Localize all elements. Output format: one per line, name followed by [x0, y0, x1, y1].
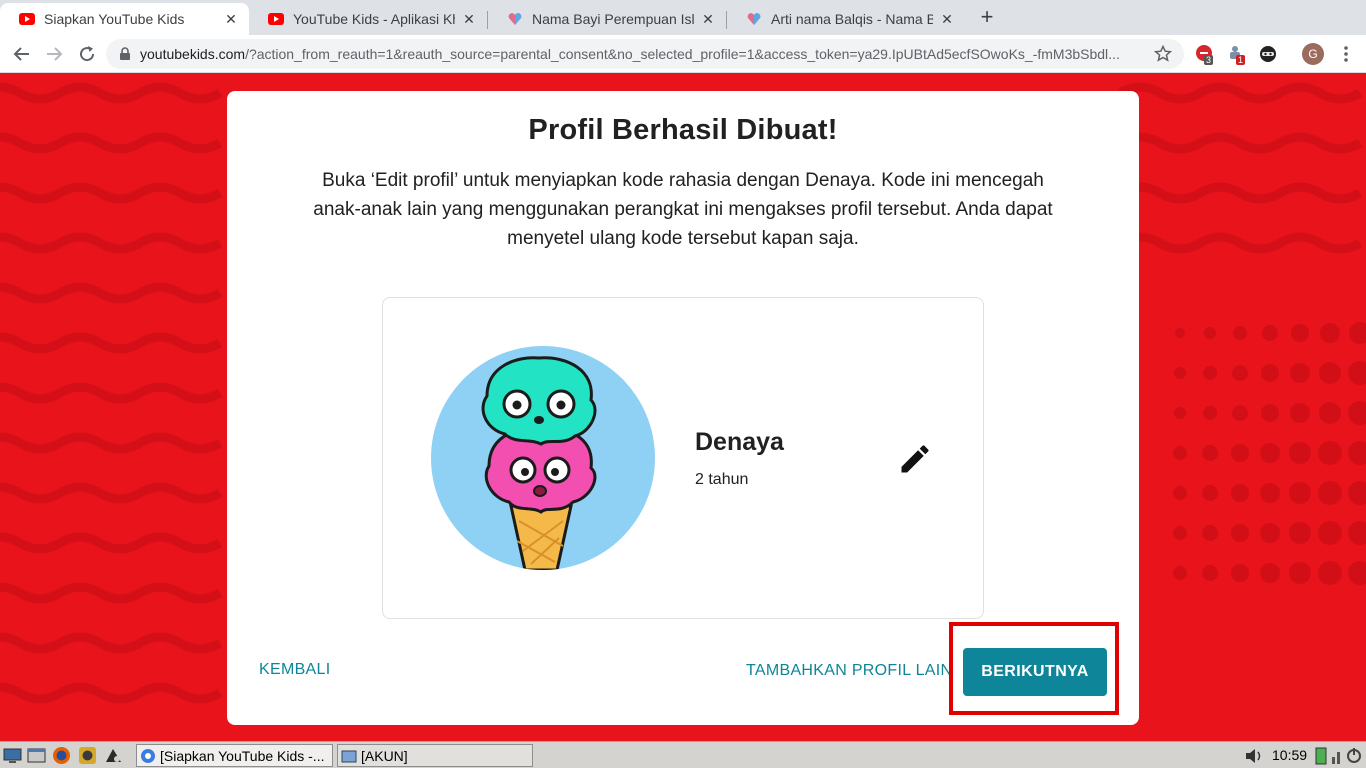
page-viewport: Profil Berhasil Dibuat! Buka ‘Edit profi… — [0, 73, 1366, 741]
taskbar-task-akun[interactable]: [AKUN] — [337, 744, 533, 767]
taskbar-task-label: [Siapkan YouTube Kids -... — [160, 747, 325, 764]
new-tab-button[interactable]: + — [976, 6, 998, 28]
taskbar-task-label: [AKUN] — [361, 747, 408, 764]
tab-strip: Siapkan YouTube Kids ✕ YouTube Kids - Ap… — [0, 0, 1366, 35]
profile-name: Denaya — [695, 428, 784, 456]
more-vert-icon[interactable] — [1336, 44, 1356, 64]
youtube-icon — [268, 13, 284, 25]
lock-icon — [120, 47, 130, 60]
profile-age: 2 tahun — [695, 471, 749, 488]
page-description: Buka ‘Edit profil’ untuk menyiapkan kode… — [313, 170, 1053, 249]
tab-youtube-kids-aplikasi[interactable]: YouTube Kids - Aplikasi Kh ✕ — [249, 3, 487, 35]
screenshot-tool-icon[interactable] — [103, 745, 124, 766]
back-link-button[interactable]: KEMBALI — [259, 661, 330, 679]
arrow-left-icon — [13, 47, 29, 61]
extension-puzzle[interactable]: 1 — [1227, 44, 1247, 65]
ice-cream-avatar-icon — [481, 356, 597, 570]
browser-toolbar: youtubekids.com/?action_from_reauth=1&re… — [0, 35, 1366, 73]
tab-title: YouTube Kids - Aplikasi Kh — [293, 11, 455, 27]
reload-icon — [80, 46, 95, 62]
extension-adblock[interactable]: 3 — [1195, 44, 1215, 65]
back-button[interactable] — [10, 42, 34, 66]
profile-avatar — [431, 346, 655, 570]
tab-siapkan-youtube-kids[interactable]: Siapkan YouTube Kids ✕ — [0, 3, 249, 35]
edit-pencil-icon[interactable] — [897, 441, 933, 477]
tab-nama-bayi-perempuan[interactable]: Nama Bayi Perempuan Isl ✕ — [488, 3, 726, 35]
page-title: Profil Berhasil Dibuat! — [528, 114, 838, 146]
profile-avatar-button[interactable]: G — [1302, 43, 1324, 65]
folder-icon — [341, 750, 357, 762]
close-icon[interactable]: ✕ — [939, 11, 955, 27]
taskbar-task-chrome[interactable]: [Siapkan YouTube Kids -... — [136, 744, 333, 767]
tab-title: Arti nama Balqis - Nama B — [771, 11, 933, 27]
desktop-icon[interactable] — [2, 745, 23, 766]
file-manager-icon[interactable] — [26, 745, 47, 766]
url-host: youtubekids.com — [140, 46, 246, 62]
ninja-icon — [1260, 46, 1276, 62]
reload-button[interactable] — [75, 42, 99, 66]
taskbar-clock: 10:59 — [1272, 747, 1308, 763]
firefox-icon[interactable] — [51, 745, 72, 766]
url-path: /?action_from_reauth=1&reauth_source=par… — [245, 46, 1120, 62]
network-icon[interactable] — [1330, 745, 1344, 766]
extension-badge: 3 — [1204, 55, 1214, 65]
add-profile-button[interactable]: TAMBAHKAN PROFIL LAIN — [746, 662, 952, 680]
heart-icon — [508, 13, 522, 25]
tab-arti-nama-balqis[interactable]: Arti nama Balqis - Nama B ✕ — [727, 3, 965, 35]
highlight-box — [949, 622, 1119, 715]
heart-icon — [747, 13, 761, 25]
youtube-icon — [19, 13, 35, 25]
os-taskbar: [Siapkan YouTube Kids -... [AKUN] 10:59 — [0, 741, 1366, 768]
chrome-icon — [141, 748, 155, 763]
battery-icon — [1315, 747, 1327, 765]
profile-card: Denaya 2 tahun — [382, 297, 984, 619]
arrow-right-icon — [47, 47, 63, 61]
close-icon[interactable]: ✕ — [461, 11, 477, 27]
bookmark-star-icon[interactable] — [1154, 45, 1172, 63]
tab-title: Siapkan YouTube Kids — [44, 11, 185, 27]
extension-badge: 1 — [1236, 55, 1246, 65]
volume-icon[interactable] — [1244, 747, 1264, 765]
close-icon[interactable]: ✕ — [223, 11, 239, 27]
tab-title: Nama Bayi Perempuan Isl — [532, 11, 694, 27]
close-icon[interactable]: ✕ — [700, 11, 716, 27]
forward-button[interactable] — [42, 42, 66, 66]
address-bar[interactable]: youtubekids.com/?action_from_reauth=1&re… — [106, 39, 1184, 69]
power-icon[interactable] — [1346, 745, 1362, 766]
app-launcher-icon[interactable] — [77, 745, 98, 766]
extension-ninja[interactable] — [1258, 44, 1278, 64]
url-text: youtubekids.com/?action_from_reauth=1&re… — [140, 46, 1146, 62]
